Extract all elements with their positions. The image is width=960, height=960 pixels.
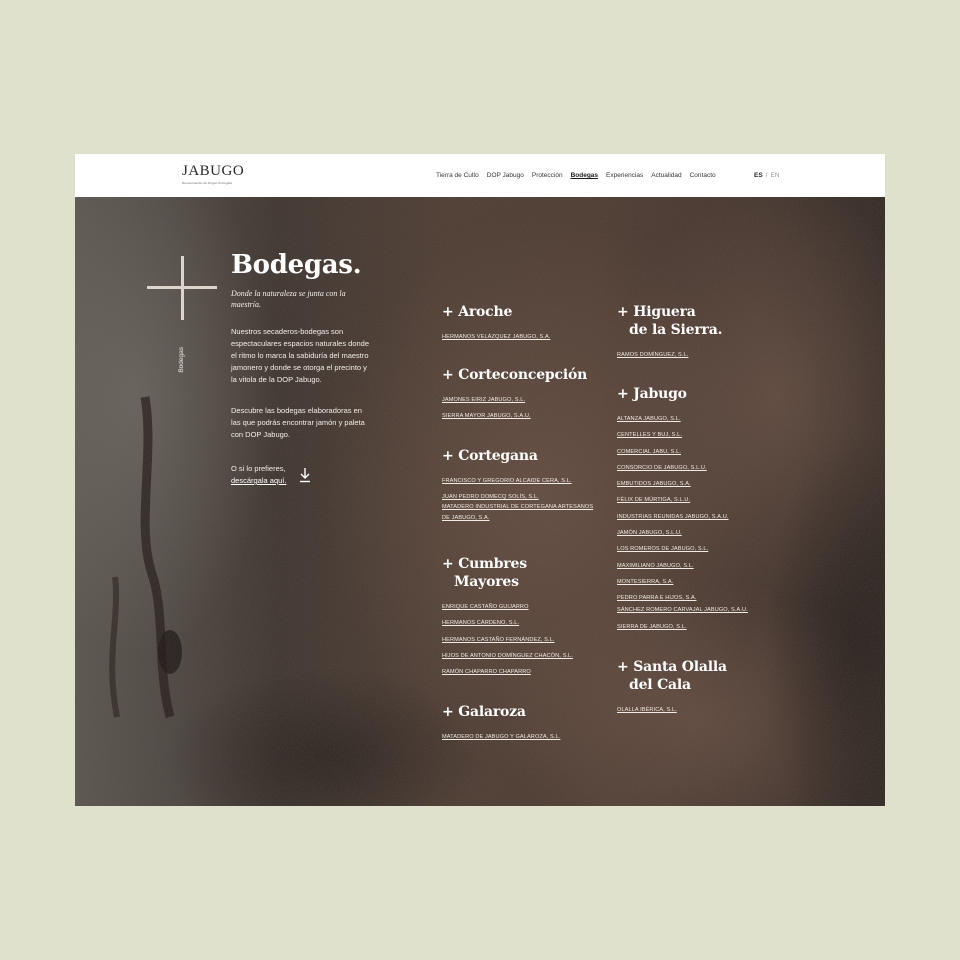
download-link[interactable]: descárgala aquí. [231, 476, 286, 485]
intro-paragraph-2: Descubre las bodegas elaboradoras en las… [231, 406, 365, 439]
bodega-link[interactable]: JUAN PEDRO DOMECQ SOLÍS, S.L. [442, 494, 539, 500]
bodega-link[interactable]: ALTANZA JABUGO, S.L. [617, 416, 681, 422]
download-text: O si lo prefieres, [231, 464, 286, 473]
town-title-line1: + Higuera [617, 304, 696, 320]
town-title: + Jabugo [617, 385, 748, 403]
logo-tagline: Denominación de Origen Protegida [182, 181, 233, 185]
bodega-link[interactable]: EMBUTIDOS JABUGO, S.A. [617, 481, 691, 487]
download-arrow-icon[interactable] [299, 467, 311, 483]
town-group-jabugo: + Jabugo ALTANZA JABUGO, S.L. CENTELLES … [617, 385, 748, 631]
nav-dop-jabugo[interactable]: DOP Jabugo [487, 172, 524, 180]
bodega-link[interactable]: CONSORCIO DE JABUGO, S.L.U. [617, 465, 707, 471]
bodega-link[interactable]: SIERRA MAYOR JABUGO, S.A.U. [442, 413, 531, 419]
town-title-line1: + Santa Olalla [617, 659, 727, 675]
town-title-line2: de la Sierra. [629, 322, 723, 338]
bodega-link[interactable]: FRANCISCO Y GREGORIO ALCAIDE CERA, S.L. [442, 478, 572, 484]
nav-actualidad[interactable]: Actualidad [651, 172, 681, 180]
cross-icon-horizontal [147, 286, 217, 289]
lang-es[interactable]: ES [754, 172, 763, 180]
town-group-santa-olalla-del-cala: + Santa Olalla del Cala OLALLA IBÉRICA, … [617, 658, 727, 714]
town-group-galaroza: + Galaroza MATADERO DE JABUGO Y GALAROZA… [442, 703, 560, 741]
page-title: Bodegas. [231, 250, 362, 280]
bodega-link[interactable]: MAXIMILIANO JABUGO, S.L. [617, 563, 694, 569]
bodega-link[interactable]: SIERRA DE JABUGO, S.L. [617, 624, 687, 630]
town-title-line2: del Cala [629, 677, 691, 693]
logo-wordmark: JABUGO [182, 163, 245, 179]
town-group-aroche: + Aroche HERMANOS VELÁZQUEZ JABUGO, S.A. [442, 303, 550, 341]
town-group-higuera-de-la-sierra: + Higuera de la Sierra. RAMOS DOMÍNGUEZ,… [617, 303, 722, 359]
town-title: + Aroche [442, 303, 550, 321]
logo[interactable]: JABUGO Denominación de Origen Protegida [182, 163, 244, 185]
section-vertical-label: Bodegas [178, 347, 185, 373]
town-title-line1: + Cortegana [442, 448, 538, 464]
intro-paragraph: Nuestros secaderos-bodegas son espectacu… [231, 327, 370, 384]
nav-tierra-de-culto[interactable]: Tierra de Culto [436, 172, 479, 180]
lang-separator: / [765, 172, 768, 179]
nav-proteccion[interactable]: Protección [532, 172, 563, 180]
bodega-link[interactable]: MATADERO DE JABUGO Y GALAROZA, S.L. [442, 734, 560, 740]
town-group-corteconcepcion: + Corteconcepción JAMONES EIRIZ JABUGO, … [442, 366, 587, 421]
bodega-link[interactable]: HIJOS DE ANTONIO DOMÍNGUEZ CHACÓN, S.L. [442, 653, 573, 659]
bodega-link[interactable]: HERMANOS CÁRDENO, S.L. [442, 620, 519, 626]
lang-en[interactable]: EN [770, 172, 779, 180]
language-switcher: ES / EN [754, 172, 780, 180]
town-title: + Cumbres Mayores [442, 555, 573, 591]
town-title: + Galaroza [442, 703, 560, 721]
bodega-link[interactable]: LOS ROMEROS DE JABUGO, S.L. [617, 546, 708, 552]
main-nav: Tierra de Culto DOP Jabugo Protección Bo… [436, 172, 716, 180]
town-title-line1: + Galaroza [442, 704, 526, 720]
bodega-link[interactable]: JAMÓN JABUGO, S.L.U. [617, 530, 682, 536]
town-title-line1: + Jabugo [617, 386, 687, 402]
nav-experiencias[interactable]: Experiencias [606, 172, 643, 180]
bodegas-section: Bodegas Bodegas. Donde la naturaleza se … [75, 197, 885, 806]
town-title-line1: + Cumbres [442, 556, 527, 572]
site-header: JABUGO Denominación de Origen Protegida … [75, 154, 885, 197]
bodega-link[interactable]: INDUSTRIAS REUNIDAS JABUGO, S.A.U. [617, 514, 729, 520]
page-subtitle: Donde la naturaleza se junta con la maes… [231, 289, 346, 309]
bodega-link[interactable]: HERMANOS CASTAÑO FERNÁNDEZ, S.L. [442, 637, 555, 643]
bodega-link[interactable]: RAMOS DOMÍNGUEZ, S.L. [617, 352, 688, 358]
bodega-link[interactable]: FÉLIX DE MÚRTIGA, S.L.U. [617, 497, 690, 503]
bodega-link[interactable]: COMERCIAL JABU, S.L. [617, 449, 681, 455]
town-title-line1: + Corteconcepción [442, 367, 588, 383]
town-title-line1: + Aroche [442, 304, 513, 320]
bodega-link[interactable]: SÁNCHEZ ROMERO CARVAJAL JABUGO, S.A.U. [617, 607, 748, 613]
nav-bodegas[interactable]: Bodegas [571, 172, 598, 180]
town-title: + Santa Olalla del Cala [617, 658, 727, 694]
download-block: O si lo prefieres, descárgala aquí. [231, 463, 286, 487]
town-title: + Cortegana [442, 447, 598, 465]
bodega-link[interactable]: MATADERO INDUSTRIAL DE CORTEGANA ARTESAN… [442, 502, 598, 524]
bodega-link[interactable]: RAMÓN CHAPARRO CHAPARRO [442, 669, 531, 675]
town-group-cortegana: + Cortegana FRANCISCO Y GREGORIO ALCAIDE… [442, 447, 598, 534]
town-title-line2: Mayores [454, 574, 519, 590]
browser-frame: JABUGO Denominación de Origen Protegida … [75, 154, 885, 806]
nav-contacto[interactable]: Contacto [690, 172, 716, 180]
bodega-link[interactable]: ENRIQUE CASTAÑO GUIJARRO [442, 604, 529, 610]
bodega-link[interactable]: CENTELLES Y BUJ, S.L. [617, 432, 682, 438]
town-title: + Higuera de la Sierra. [617, 303, 722, 339]
bodega-link[interactable]: OLALLA IBÉRICA, S.L. [617, 707, 677, 713]
bodega-link[interactable]: JAMONES EIRIZ JABUGO, S.L. [442, 397, 525, 403]
bodega-link[interactable]: HERMANOS VELÁZQUEZ JABUGO, S.A. [442, 334, 550, 340]
bodega-link[interactable]: MONTESIERRA, S.A. [617, 579, 673, 585]
town-group-cumbres-mayores: + Cumbres Mayores ENRIQUE CASTAÑO GUIJAR… [442, 555, 573, 676]
town-title: + Corteconcepción [442, 366, 587, 384]
